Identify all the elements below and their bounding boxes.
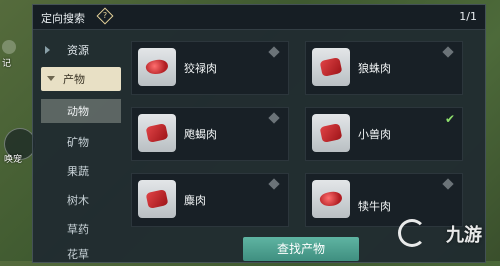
product-name: 飑蝎肉	[184, 128, 217, 141]
product-card[interactable]: 飑蝎肉	[131, 107, 289, 161]
meat-icon	[144, 57, 170, 77]
product-thumb	[138, 180, 176, 218]
sidebar-item-flowers[interactable]: 花草	[41, 242, 121, 266]
sidebar-item-label: 草药	[67, 223, 89, 236]
sidebar-item-label: 动物	[67, 105, 89, 118]
diamond-icon	[442, 178, 454, 190]
hud-label-top: 记	[2, 59, 12, 69]
product-thumb	[312, 180, 350, 218]
sidebar-item-label: 矿物	[67, 136, 89, 149]
product-card[interactable]: 犊牛肉	[305, 173, 463, 227]
sidebar-item-herbs[interactable]: 草药	[41, 217, 121, 241]
caret-down-icon	[47, 76, 55, 81]
page-indicator: 1/1	[459, 10, 477, 23]
sidebar-item-trees[interactable]: 树木	[41, 188, 121, 212]
product-thumb	[312, 48, 350, 86]
panel-header: 定向搜索 ? 1/1	[33, 5, 485, 30]
sidebar-item-label: 产物	[63, 73, 85, 86]
diamond-icon	[268, 46, 280, 58]
sidebar-item-label: 树木	[67, 194, 89, 207]
check-icon: ✔	[444, 112, 455, 126]
summon-pet-label: 唤宠	[4, 155, 23, 165]
product-thumb	[138, 48, 176, 86]
help-glyph: ?	[102, 11, 108, 20]
meat-icon	[319, 57, 343, 77]
product-name: 犊牛肉	[358, 200, 391, 213]
watermark-logo-icon	[398, 219, 426, 247]
sidebar-item-animals[interactable]: 动物	[41, 99, 121, 123]
sidebar-item-fruits[interactable]: 果蔬	[41, 159, 121, 183]
product-name: 小兽肉	[358, 128, 391, 141]
sidebar-item-minerals[interactable]: 矿物	[41, 130, 121, 154]
caret-right-icon	[45, 46, 50, 54]
hud-marker-icon	[2, 40, 16, 54]
sidebar-item-label: 花草	[67, 248, 89, 261]
diamond-icon	[442, 46, 454, 58]
meat-icon	[318, 189, 344, 209]
meat-icon	[145, 189, 169, 209]
product-card[interactable]: 狡禄肉	[131, 41, 289, 95]
meat-icon	[145, 123, 169, 143]
product-card[interactable]: 狼蛛肉	[305, 41, 463, 95]
help-icon[interactable]: ?	[96, 7, 114, 25]
product-thumb	[138, 114, 176, 152]
sidebar-item-label: 果蔬	[67, 165, 89, 178]
diamond-icon	[268, 178, 280, 190]
sidebar-item-products[interactable]: 产物	[41, 67, 121, 91]
panel-title: 定向搜索	[41, 12, 85, 25]
find-products-button[interactable]: 查找产物	[243, 237, 359, 261]
product-card[interactable]: 小兽肉 ✔	[305, 107, 463, 161]
category-sidebar: 资源 产物 动物 矿物 果蔬 树木 草药 花草	[41, 37, 125, 262]
diamond-icon	[268, 112, 280, 124]
product-name: 狡禄肉	[184, 62, 217, 75]
watermark-text: 九游	[446, 225, 482, 246]
product-card[interactable]: 麋肉	[131, 173, 289, 227]
product-thumb	[312, 114, 350, 152]
product-name: 狼蛛肉	[358, 62, 391, 75]
sidebar-section-resources[interactable]: 资源	[45, 41, 123, 61]
section-label: 资源	[67, 44, 89, 57]
meat-icon	[319, 123, 343, 143]
product-name: 麋肉	[184, 194, 206, 207]
